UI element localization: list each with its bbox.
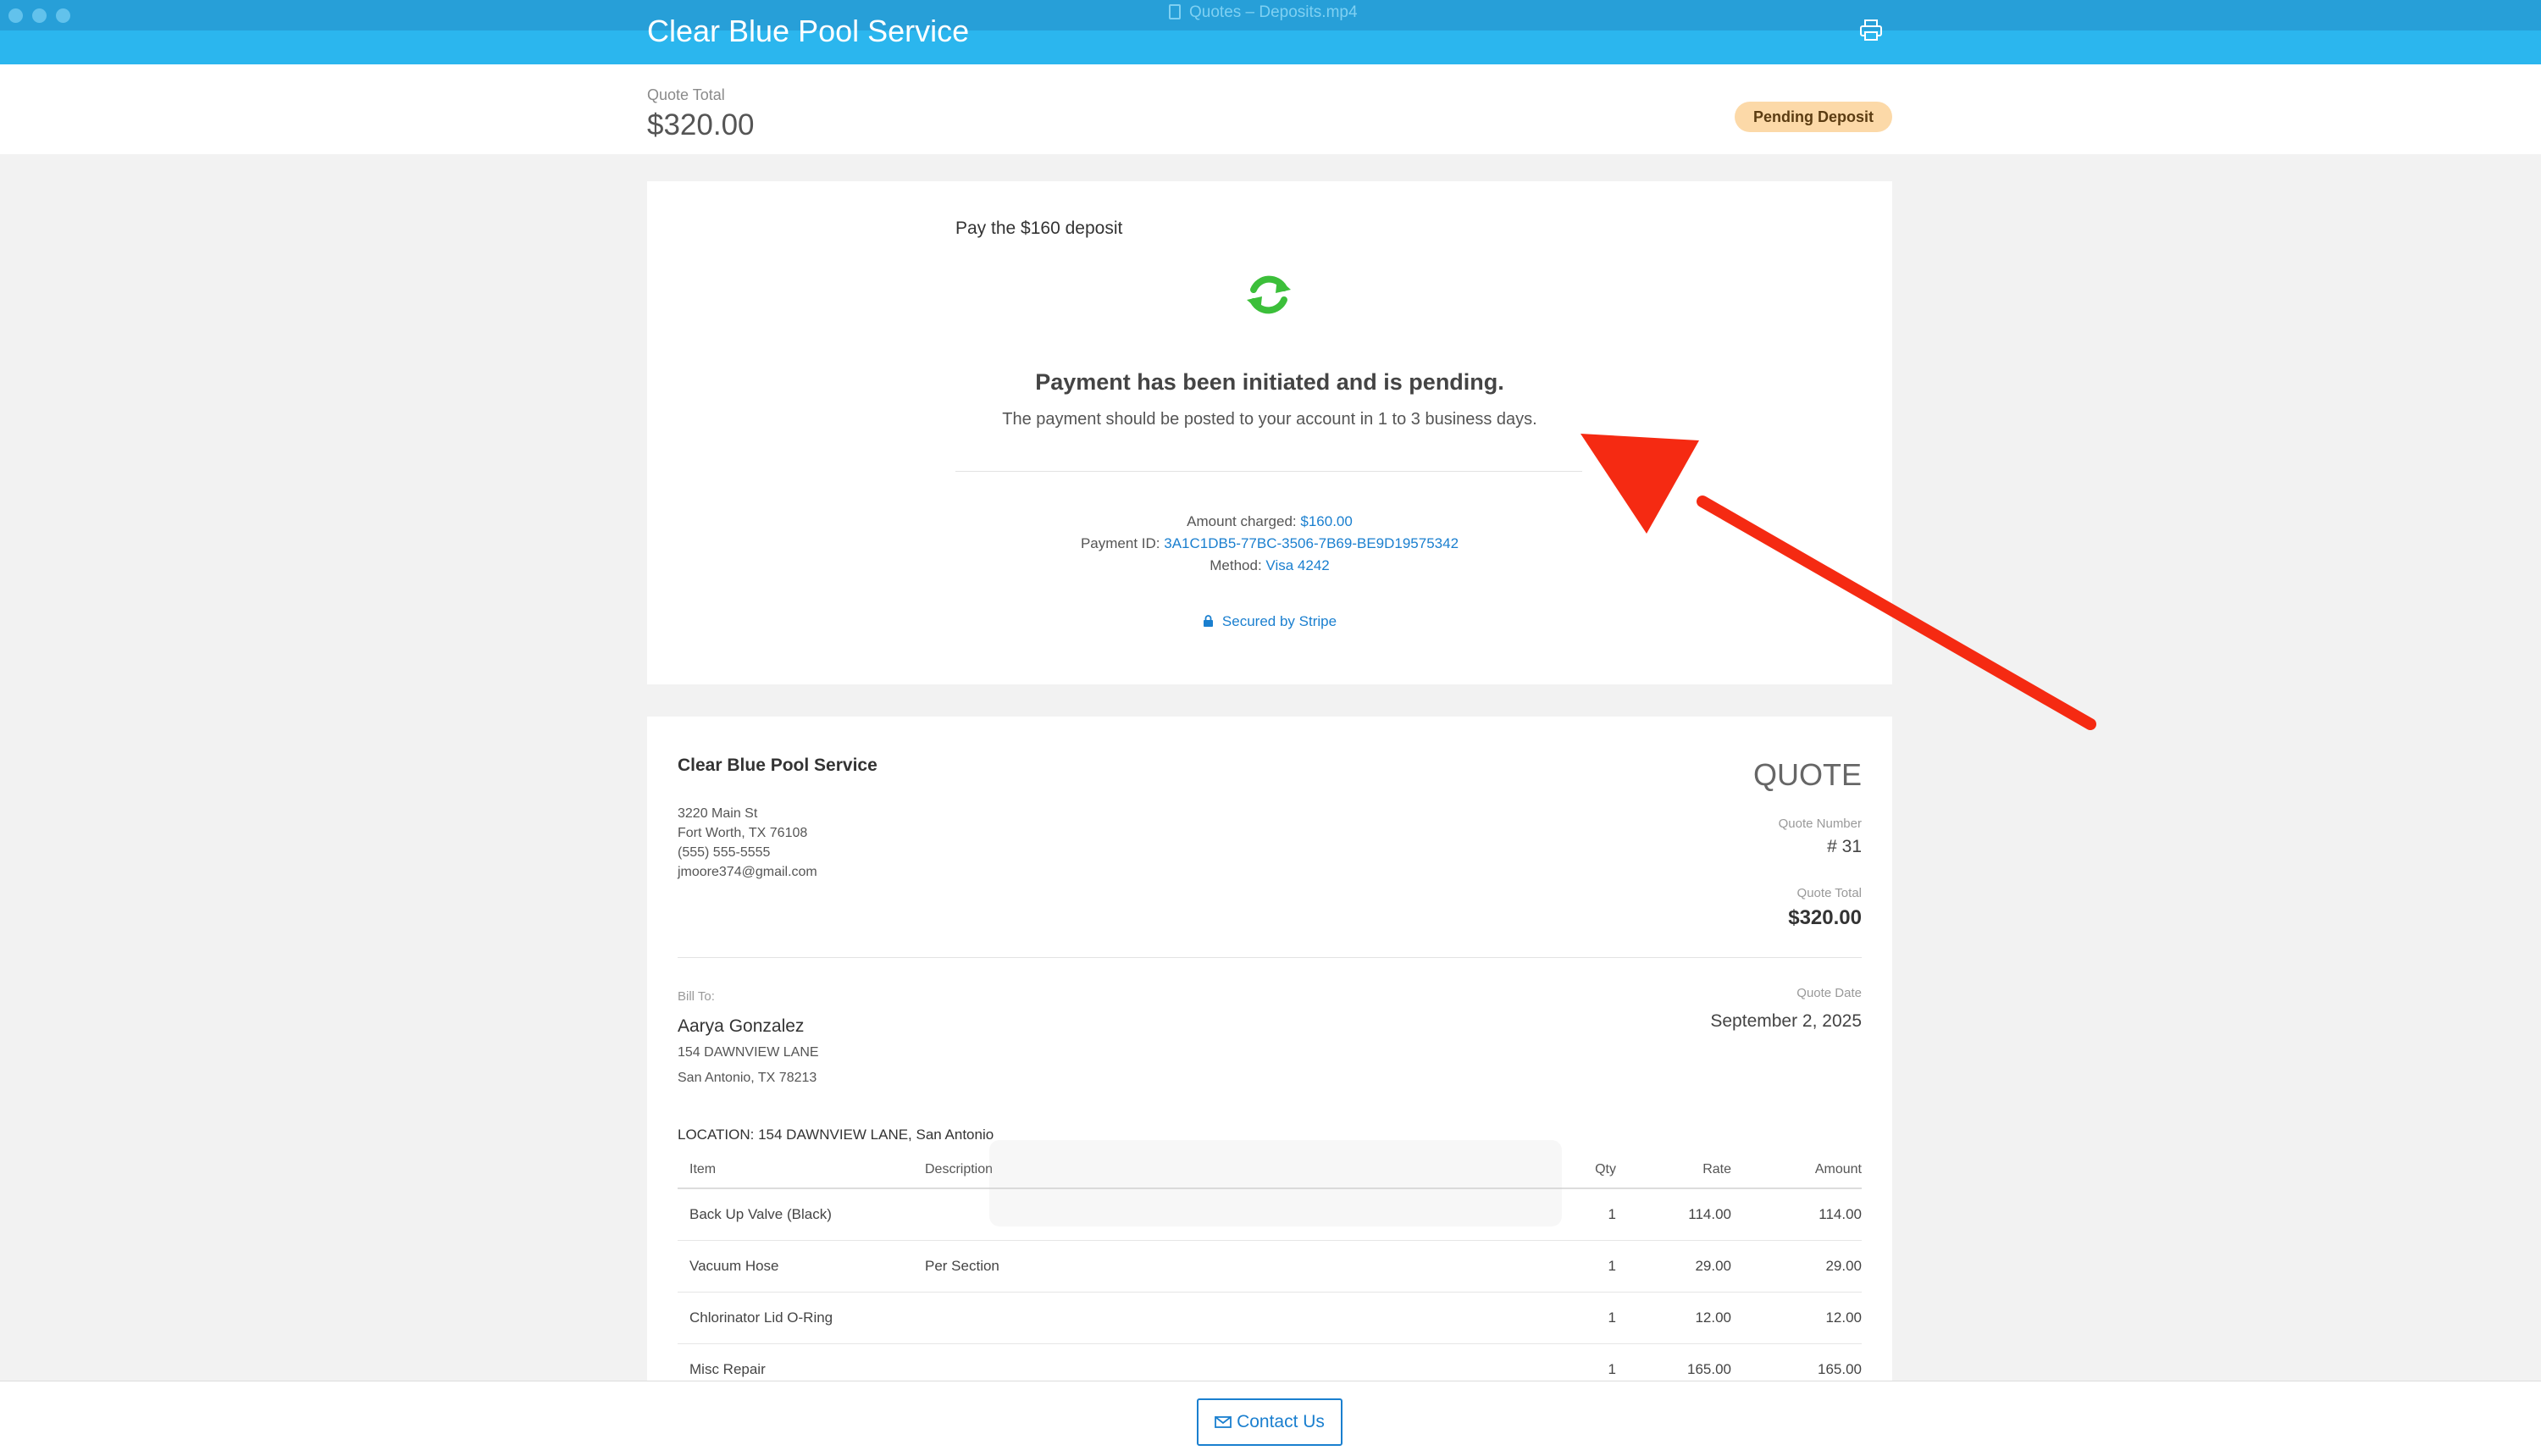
column-header-qty: Qty bbox=[1595, 1162, 1616, 1176]
row-qty: 1 bbox=[1608, 1258, 1616, 1274]
summary-total: $320.00 bbox=[647, 108, 755, 141]
document-icon bbox=[1169, 4, 1181, 19]
footer-bar: Contact Us bbox=[0, 1381, 2541, 1456]
payment-method-value: Visa 4242 bbox=[1265, 557, 1330, 573]
amount-charged-row: Amount charged: $160.00 bbox=[647, 513, 1892, 530]
video-player-controls[interactable] bbox=[989, 1140, 1562, 1226]
row-rate: 12.00 bbox=[1695, 1309, 1731, 1326]
payment-method-row: Method: Visa 4242 bbox=[647, 557, 1892, 574]
row-amount: 12.00 bbox=[1825, 1309, 1862, 1326]
payment-heading: Pay the $160 deposit bbox=[955, 219, 1123, 238]
quote-date-label: Quote Date bbox=[1796, 986, 1862, 1000]
quote-number-label: Quote Number bbox=[1778, 817, 1862, 831]
window-title: Quotes – Deposits.mp4 bbox=[1169, 3, 1358, 22]
quote-doc-title: QUOTE bbox=[1752, 757, 1862, 792]
summary-label: Quote Total bbox=[647, 86, 725, 103]
row-amount: 114.00 bbox=[1819, 1206, 1862, 1222]
payment-id-label: Payment ID: bbox=[1080, 535, 1160, 551]
bill-to-label: Bill To: bbox=[678, 989, 715, 1004]
row-rate: 29.00 bbox=[1695, 1258, 1731, 1274]
row-qty: 1 bbox=[1608, 1206, 1616, 1222]
table-row: Vacuum Hose Per Section 1 29.00 29.00 bbox=[678, 1241, 1862, 1293]
column-header-amount: Amount bbox=[1814, 1162, 1862, 1176]
payment-status-title: Payment has been initiated and is pendin… bbox=[1035, 369, 1504, 395]
amount-charged-label: Amount charged: bbox=[1187, 513, 1297, 529]
contact-us-label: Contact Us bbox=[1237, 1412, 1325, 1431]
table-row: Chlorinator Lid O-Ring 1 12.00 12.00 bbox=[678, 1293, 1862, 1344]
quote-company-name: Clear Blue Pool Service bbox=[678, 756, 877, 775]
divider bbox=[955, 471, 1582, 472]
quote-total-value: $320.00 bbox=[1788, 906, 1862, 929]
divider bbox=[678, 957, 1862, 958]
company-brand: Clear Blue Pool Service bbox=[647, 14, 970, 48]
column-header-item: Item bbox=[689, 1162, 717, 1176]
column-header-description: Description bbox=[925, 1162, 994, 1176]
contact-us-button[interactable]: Contact Us bbox=[1197, 1398, 1342, 1446]
mail-icon bbox=[1215, 1416, 1232, 1428]
row-qty: 1 bbox=[1608, 1309, 1616, 1326]
window-minimize-button[interactable] bbox=[32, 8, 47, 23]
row-item: Back Up Valve (Black) bbox=[689, 1206, 832, 1222]
payment-id-row: Payment ID: 3A1C1DB5-77BC-3506-7B69-BE9D… bbox=[647, 535, 1892, 552]
row-amount: 29.00 bbox=[1825, 1258, 1862, 1274]
sync-icon bbox=[1247, 275, 1291, 314]
row-description: Per Section bbox=[925, 1258, 999, 1274]
row-qty: 1 bbox=[1608, 1361, 1616, 1377]
bill-to-name: Aarya Gonzalez bbox=[678, 1016, 805, 1036]
company-address-line: 3220 Main St bbox=[678, 806, 758, 821]
window-zoom-button[interactable] bbox=[56, 8, 70, 23]
row-item: Vacuum Hose bbox=[689, 1258, 779, 1274]
amount-charged-value: $160.00 bbox=[1300, 513, 1353, 529]
company-address-line: Fort Worth, TX 76108 bbox=[678, 826, 808, 840]
payment-id-value: 3A1C1DB5-77BC-3506-7B69-BE9D19575342 bbox=[1164, 535, 1459, 551]
window-close-button[interactable] bbox=[8, 8, 23, 23]
bill-to-address-line: San Antonio, TX 78213 bbox=[678, 1071, 817, 1085]
lock-icon bbox=[1203, 615, 1213, 627]
row-item: Chlorinator Lid O-Ring bbox=[689, 1309, 833, 1326]
service-location: LOCATION: 154 DAWNVIEW LANE, San Antonio bbox=[678, 1127, 994, 1143]
window-title-text: Quotes – Deposits.mp4 bbox=[1189, 3, 1358, 21]
quote-date-value: September 2, 2025 bbox=[1710, 1011, 1862, 1031]
company-phone: (555) 555-5555 bbox=[678, 845, 771, 860]
status-badge: Pending Deposit bbox=[1735, 102, 1892, 132]
column-header-rate: Rate bbox=[1702, 1162, 1731, 1176]
payment-card: Pay the $160 deposit Payment has been in… bbox=[647, 181, 1892, 684]
secured-by-stripe[interactable]: Secured by Stripe bbox=[647, 613, 1892, 630]
bill-to-address-line: 154 DAWNVIEW LANE bbox=[678, 1045, 819, 1060]
company-email: jmoore374@gmail.com bbox=[678, 865, 817, 879]
row-rate: 165.00 bbox=[1687, 1361, 1731, 1377]
secured-by-stripe-text: Secured by Stripe bbox=[1221, 613, 1337, 629]
payment-status-subtitle: The payment should be posted to your acc… bbox=[1002, 410, 1537, 429]
row-item: Misc Repair bbox=[689, 1361, 766, 1377]
row-amount: 165.00 bbox=[1818, 1361, 1862, 1377]
printer-icon[interactable] bbox=[1858, 19, 1884, 42]
payment-method-label: Method: bbox=[1210, 557, 1262, 573]
app-header: Quotes – Deposits.mp4 Clear Blue Pool Se… bbox=[0, 0, 2541, 64]
quote-summary: Quote Total $320.00 Pending Deposit bbox=[0, 64, 2541, 154]
quote-document: Clear Blue Pool Service 3220 Main St For… bbox=[647, 717, 1892, 1456]
row-rate: 114.00 bbox=[1688, 1206, 1731, 1222]
quote-total-label: Quote Total bbox=[1796, 886, 1862, 900]
quote-number-value: # 31 bbox=[1827, 837, 1862, 856]
